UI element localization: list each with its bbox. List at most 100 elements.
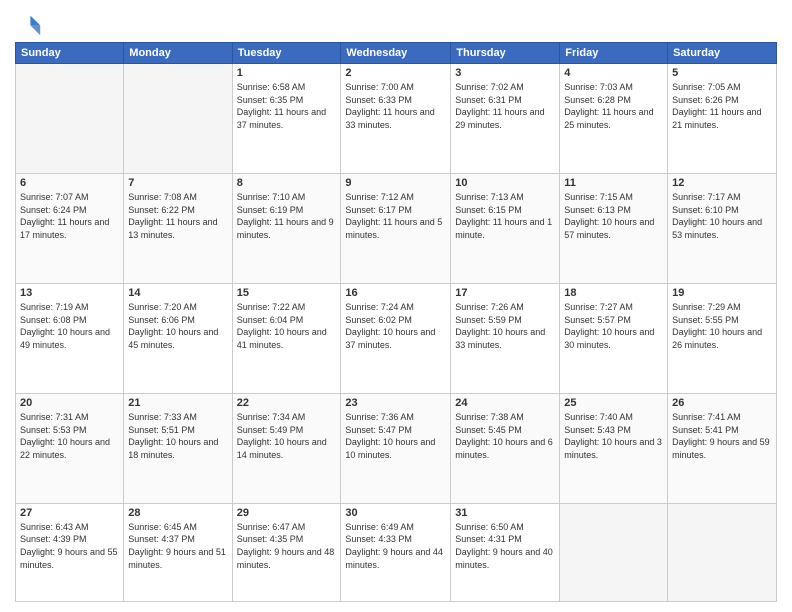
day-info: Sunrise: 6:50 AM Sunset: 4:31 PM Dayligh… xyxy=(455,521,555,571)
day-number: 11 xyxy=(564,177,663,189)
day-number: 1 xyxy=(237,67,337,79)
day-info: Sunrise: 7:38 AM Sunset: 5:45 PM Dayligh… xyxy=(455,411,555,461)
logo-icon xyxy=(15,10,43,38)
table-row: 31 Sunrise: 6:50 AM Sunset: 4:31 PM Dayl… xyxy=(451,503,560,601)
col-thursday: Thursday xyxy=(451,43,560,64)
col-wednesday: Wednesday xyxy=(341,43,451,64)
table-row xyxy=(560,503,668,601)
day-number: 17 xyxy=(455,287,555,299)
calendar-week-row: 20 Sunrise: 7:31 AM Sunset: 5:53 PM Dayl… xyxy=(16,393,777,503)
day-number: 12 xyxy=(672,177,772,189)
table-row: 20 Sunrise: 7:31 AM Sunset: 5:53 PM Dayl… xyxy=(16,393,124,503)
table-row: 7 Sunrise: 7:08 AM Sunset: 6:22 PM Dayli… xyxy=(124,173,232,283)
table-row: 29 Sunrise: 6:47 AM Sunset: 4:35 PM Dayl… xyxy=(232,503,341,601)
day-info: Sunrise: 7:12 AM Sunset: 6:17 PM Dayligh… xyxy=(345,191,446,241)
day-number: 20 xyxy=(20,397,119,409)
day-info: Sunrise: 7:17 AM Sunset: 6:10 PM Dayligh… xyxy=(672,191,772,241)
calendar-week-row: 13 Sunrise: 7:19 AM Sunset: 6:08 PM Dayl… xyxy=(16,283,777,393)
day-number: 27 xyxy=(20,507,119,519)
day-number: 7 xyxy=(128,177,227,189)
table-row: 4 Sunrise: 7:03 AM Sunset: 6:28 PM Dayli… xyxy=(560,64,668,174)
table-row: 6 Sunrise: 7:07 AM Sunset: 6:24 PM Dayli… xyxy=(16,173,124,283)
calendar-table: Sunday Monday Tuesday Wednesday Thursday… xyxy=(15,42,777,602)
day-number: 16 xyxy=(345,287,446,299)
day-info: Sunrise: 7:15 AM Sunset: 6:13 PM Dayligh… xyxy=(564,191,663,241)
table-row: 25 Sunrise: 7:40 AM Sunset: 5:43 PM Dayl… xyxy=(560,393,668,503)
col-friday: Friday xyxy=(560,43,668,64)
table-row: 8 Sunrise: 7:10 AM Sunset: 6:19 PM Dayli… xyxy=(232,173,341,283)
table-row: 3 Sunrise: 7:02 AM Sunset: 6:31 PM Dayli… xyxy=(451,64,560,174)
col-tuesday: Tuesday xyxy=(232,43,341,64)
day-number: 28 xyxy=(128,507,227,519)
day-info: Sunrise: 6:47 AM Sunset: 4:35 PM Dayligh… xyxy=(237,521,337,571)
page: Sunday Monday Tuesday Wednesday Thursday… xyxy=(0,0,792,612)
day-number: 30 xyxy=(345,507,446,519)
day-number: 2 xyxy=(345,67,446,79)
table-row: 27 Sunrise: 6:43 AM Sunset: 4:39 PM Dayl… xyxy=(16,503,124,601)
day-number: 13 xyxy=(20,287,119,299)
day-info: Sunrise: 7:41 AM Sunset: 5:41 PM Dayligh… xyxy=(672,411,772,461)
day-number: 9 xyxy=(345,177,446,189)
day-info: Sunrise: 7:10 AM Sunset: 6:19 PM Dayligh… xyxy=(237,191,337,241)
day-number: 29 xyxy=(237,507,337,519)
calendar-header-row: Sunday Monday Tuesday Wednesday Thursday… xyxy=(16,43,777,64)
day-info: Sunrise: 6:43 AM Sunset: 4:39 PM Dayligh… xyxy=(20,521,119,571)
table-row: 10 Sunrise: 7:13 AM Sunset: 6:15 PM Dayl… xyxy=(451,173,560,283)
day-info: Sunrise: 7:34 AM Sunset: 5:49 PM Dayligh… xyxy=(237,411,337,461)
table-row xyxy=(668,503,777,601)
day-number: 22 xyxy=(237,397,337,409)
table-row: 23 Sunrise: 7:36 AM Sunset: 5:47 PM Dayl… xyxy=(341,393,451,503)
day-number: 21 xyxy=(128,397,227,409)
day-number: 19 xyxy=(672,287,772,299)
day-info: Sunrise: 7:07 AM Sunset: 6:24 PM Dayligh… xyxy=(20,191,119,241)
day-number: 31 xyxy=(455,507,555,519)
table-row: 1 Sunrise: 6:58 AM Sunset: 6:35 PM Dayli… xyxy=(232,64,341,174)
table-row xyxy=(16,64,124,174)
day-info: Sunrise: 7:05 AM Sunset: 6:26 PM Dayligh… xyxy=(672,81,772,131)
day-number: 23 xyxy=(345,397,446,409)
col-sunday: Sunday xyxy=(16,43,124,64)
day-info: Sunrise: 7:19 AM Sunset: 6:08 PM Dayligh… xyxy=(20,301,119,351)
day-info: Sunrise: 6:58 AM Sunset: 6:35 PM Dayligh… xyxy=(237,81,337,131)
day-info: Sunrise: 6:45 AM Sunset: 4:37 PM Dayligh… xyxy=(128,521,227,571)
day-info: Sunrise: 7:29 AM Sunset: 5:55 PM Dayligh… xyxy=(672,301,772,351)
day-info: Sunrise: 7:08 AM Sunset: 6:22 PM Dayligh… xyxy=(128,191,227,241)
day-number: 26 xyxy=(672,397,772,409)
table-row: 26 Sunrise: 7:41 AM Sunset: 5:41 PM Dayl… xyxy=(668,393,777,503)
day-number: 18 xyxy=(564,287,663,299)
day-number: 5 xyxy=(672,67,772,79)
day-number: 24 xyxy=(455,397,555,409)
day-info: Sunrise: 7:31 AM Sunset: 5:53 PM Dayligh… xyxy=(20,411,119,461)
table-row xyxy=(124,64,232,174)
day-number: 3 xyxy=(455,67,555,79)
day-info: Sunrise: 7:22 AM Sunset: 6:04 PM Dayligh… xyxy=(237,301,337,351)
table-row: 12 Sunrise: 7:17 AM Sunset: 6:10 PM Dayl… xyxy=(668,173,777,283)
col-saturday: Saturday xyxy=(668,43,777,64)
table-row: 5 Sunrise: 7:05 AM Sunset: 6:26 PM Dayli… xyxy=(668,64,777,174)
header xyxy=(15,10,777,38)
table-row: 2 Sunrise: 7:00 AM Sunset: 6:33 PM Dayli… xyxy=(341,64,451,174)
table-row: 22 Sunrise: 7:34 AM Sunset: 5:49 PM Dayl… xyxy=(232,393,341,503)
day-info: Sunrise: 7:20 AM Sunset: 6:06 PM Dayligh… xyxy=(128,301,227,351)
table-row: 17 Sunrise: 7:26 AM Sunset: 5:59 PM Dayl… xyxy=(451,283,560,393)
day-info: Sunrise: 7:03 AM Sunset: 6:28 PM Dayligh… xyxy=(564,81,663,131)
table-row: 11 Sunrise: 7:15 AM Sunset: 6:13 PM Dayl… xyxy=(560,173,668,283)
table-row: 16 Sunrise: 7:24 AM Sunset: 6:02 PM Dayl… xyxy=(341,283,451,393)
table-row: 18 Sunrise: 7:27 AM Sunset: 5:57 PM Dayl… xyxy=(560,283,668,393)
calendar-week-row: 6 Sunrise: 7:07 AM Sunset: 6:24 PM Dayli… xyxy=(16,173,777,283)
day-info: Sunrise: 7:27 AM Sunset: 5:57 PM Dayligh… xyxy=(564,301,663,351)
table-row: 30 Sunrise: 6:49 AM Sunset: 4:33 PM Dayl… xyxy=(341,503,451,601)
table-row: 19 Sunrise: 7:29 AM Sunset: 5:55 PM Dayl… xyxy=(668,283,777,393)
table-row: 15 Sunrise: 7:22 AM Sunset: 6:04 PM Dayl… xyxy=(232,283,341,393)
day-number: 25 xyxy=(564,397,663,409)
day-info: Sunrise: 6:49 AM Sunset: 4:33 PM Dayligh… xyxy=(345,521,446,571)
day-number: 15 xyxy=(237,287,337,299)
day-info: Sunrise: 7:40 AM Sunset: 5:43 PM Dayligh… xyxy=(564,411,663,461)
table-row: 13 Sunrise: 7:19 AM Sunset: 6:08 PM Dayl… xyxy=(16,283,124,393)
day-info: Sunrise: 7:13 AM Sunset: 6:15 PM Dayligh… xyxy=(455,191,555,241)
day-info: Sunrise: 7:24 AM Sunset: 6:02 PM Dayligh… xyxy=(345,301,446,351)
day-info: Sunrise: 7:02 AM Sunset: 6:31 PM Dayligh… xyxy=(455,81,555,131)
table-row: 9 Sunrise: 7:12 AM Sunset: 6:17 PM Dayli… xyxy=(341,173,451,283)
day-number: 4 xyxy=(564,67,663,79)
day-info: Sunrise: 7:00 AM Sunset: 6:33 PM Dayligh… xyxy=(345,81,446,131)
